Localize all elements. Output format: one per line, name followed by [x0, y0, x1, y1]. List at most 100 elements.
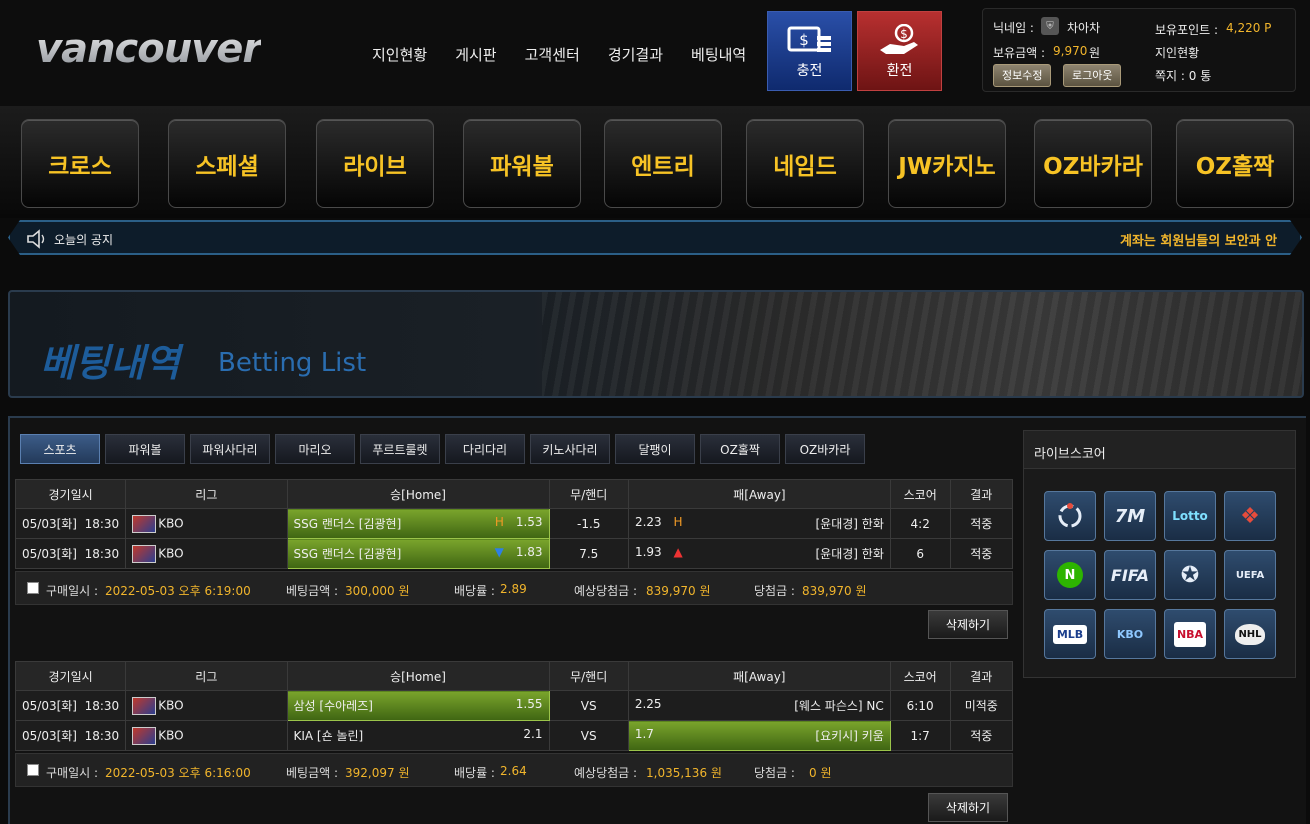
tab-snail[interactable]: 달팽이 — [615, 434, 695, 464]
home-team: KIA [숀 놀린] — [293, 729, 364, 743]
home-team: SSG 랜더스 [김광현] — [293, 517, 402, 531]
nav-support[interactable]: 고객센터 — [525, 44, 580, 65]
top-nav: 지인현황 게시판 고객센터 경기결과 베팅내역 — [372, 44, 774, 65]
user-info-box: 닉네임 : ⛨ 차아차 보유포인트 : 4,220 P 보유금액 : 9,970… — [982, 8, 1296, 92]
score: 1:7 — [889, 720, 951, 751]
result-badge: 적중 — [949, 720, 1013, 751]
page-title: 베팅내역 — [40, 341, 180, 385]
amount-label: 베팅금액 : — [286, 766, 339, 780]
table-row: 05/03[화] 18:30 KBO SSG 랜더스 [김광현] 1.83 ▼ 7.… — [14, 538, 1013, 569]
away-pick[interactable]: 1.93 ▲ [윤대경] 한화 — [627, 538, 891, 569]
kbo-flag-icon — [132, 544, 157, 563]
expected-label: 예상당첨금 : — [574, 584, 638, 598]
tab-power-ladder[interactable]: 파워사다리 — [190, 434, 270, 464]
home-pick[interactable]: SSG 랜더스 [김광현] 1.53 H — [286, 508, 550, 539]
category-tabs: 스포츠 파워볼 파워사다리 마리오 푸르트룰렛 다리다리 키노사다리 달팽이 O… — [20, 434, 870, 464]
away-team: [요키시] 키움 — [815, 729, 884, 743]
col-away: 패[Away] — [627, 661, 891, 691]
bet-table-1: 경기일시 리그 승[Home] 무/핸디 패[Away] 스코어 결과 05/0… — [14, 479, 1013, 569]
exchange-button[interactable]: $ 환전 — [857, 11, 942, 91]
friends-link[interactable]: 지인현황 — [1155, 44, 1199, 61]
charge-label: 충전 — [796, 63, 823, 79]
away-odds: 2.25 — [634, 697, 662, 711]
fifa-icon[interactable]: FIFA — [1104, 550, 1156, 600]
under-arrow-icon: ▼ — [494, 545, 504, 559]
tab-fruit-roulette[interactable]: 푸르트룰렛 — [360, 434, 440, 464]
game-oz-holjjak[interactable]: OZ홀짝 — [1176, 119, 1294, 208]
draw-handicap: -1.5 — [548, 508, 629, 539]
select-checkbox[interactable] — [27, 764, 39, 776]
uefa-icon[interactable]: UEFA — [1224, 550, 1276, 600]
game-oz-baccarat[interactable]: OZ바카라 — [1034, 119, 1152, 208]
table-header-row: 경기일시 리그 승[Home] 무/핸디 패[Away] 스코어 결과 — [14, 661, 1013, 691]
naver-icon[interactable]: N — [1044, 550, 1096, 600]
kbo-flag-icon — [132, 696, 157, 715]
logout-button[interactable]: 로그아웃 — [1063, 64, 1122, 87]
nav-friends[interactable]: 지인현황 — [372, 44, 427, 65]
page-subtitle: Betting List — [218, 348, 367, 378]
home-odds: 1.83 — [515, 545, 543, 559]
tab-oz-baccarat[interactable]: OZ바카라 — [785, 434, 865, 464]
mlb-letter: MLB — [1052, 624, 1088, 644]
home-team: SSG 랜더스 [김광현] — [293, 547, 402, 561]
cash-icon: $ — [787, 26, 831, 52]
tab-mario[interactable]: 마리오 — [275, 434, 355, 464]
nba-icon[interactable]: NBA — [1164, 609, 1216, 659]
league-cell: KBO — [125, 720, 288, 751]
home-pick[interactable]: KIA [숀 놀린] 2.1 — [286, 720, 550, 751]
kbo-icon[interactable]: KBO — [1104, 609, 1156, 659]
score: 4:2 — [889, 508, 951, 539]
tab-powerball[interactable]: 파워볼 — [105, 434, 185, 464]
away-team: [윤대경] 한화 — [815, 517, 884, 531]
edit-info-button[interactable]: 정보수정 — [993, 64, 1052, 87]
livescore-icon[interactable] — [1044, 491, 1096, 541]
expected-value: 839,970 원 — [646, 584, 711, 598]
game-named[interactable]: 네임드 — [746, 119, 864, 208]
7m-icon[interactable]: 7M — [1104, 491, 1156, 541]
bet-summary-2: 구매일시 : 2022-05-03 오후 6:16:00 베팅금액 : 392,… — [15, 753, 1013, 787]
away-pick[interactable]: 2.23 H [윤대경] 한화 — [627, 508, 891, 539]
diamond-icon[interactable]: ❖ — [1224, 491, 1276, 541]
game-powerball[interactable]: 파워볼 — [463, 119, 581, 208]
nhl-icon[interactable]: NHL — [1224, 609, 1276, 659]
home-pick[interactable]: 삼성 [수아레즈] 1.55 — [286, 690, 550, 721]
tab-daridari[interactable]: 다리다리 — [445, 434, 525, 464]
delete-button[interactable]: 삭제하기 — [928, 793, 1008, 822]
notice-bar: 오늘의 공지 계좌는 회원님들의 보안과 안 — [8, 220, 1302, 255]
delete-button[interactable]: 삭제하기 — [928, 610, 1008, 639]
game-cross[interactable]: 크로스 — [21, 119, 139, 208]
mlb-icon[interactable]: MLB — [1044, 609, 1096, 659]
win-value: 839,970 원 — [802, 584, 867, 598]
home-odds: 1.55 — [515, 697, 543, 711]
site-logo[interactable]: vancouver — [36, 26, 262, 72]
home-pick[interactable]: SSG 랜더스 [김광현] 1.83 ▼ — [286, 538, 550, 569]
game-entry[interactable]: 엔트리 — [604, 119, 722, 208]
tab-oz-holjjak[interactable]: OZ홀짝 — [700, 434, 780, 464]
tab-keno-ladder[interactable]: 키노사다리 — [530, 434, 610, 464]
col-home: 승[Home] — [286, 661, 550, 691]
nav-board[interactable]: 게시판 — [455, 44, 496, 65]
game-live[interactable]: 라이브 — [316, 119, 434, 208]
memo-count[interactable]: 쪽지 : 0 통 — [1155, 67, 1211, 84]
tab-sports[interactable]: 스포츠 — [20, 434, 100, 464]
kbo-flag-icon — [132, 726, 157, 745]
game-jw-casino[interactable]: JW카지노 — [888, 119, 1006, 208]
lotto-icon[interactable]: Lotto — [1164, 491, 1216, 541]
select-checkbox[interactable] — [27, 582, 39, 594]
rate-label: 배당률 : — [454, 584, 495, 598]
home-odds: 1.53 — [515, 515, 543, 529]
game-special[interactable]: 스페셜 — [168, 119, 286, 208]
league-name: KBO — [158, 728, 184, 742]
nav-betting-list[interactable]: 베팅내역 — [691, 44, 746, 65]
svg-text:$: $ — [900, 27, 908, 41]
away-pick[interactable]: 1.7 [요키시] 키움 — [627, 720, 891, 751]
col-draw: 무/핸디 — [548, 661, 629, 691]
charge-button[interactable]: $ 충전 — [767, 11, 852, 91]
away-pick[interactable]: 2.25 [웨스 파슨스] NC — [627, 690, 891, 721]
handicap-mark: H — [494, 515, 504, 529]
nav-results[interactable]: 경기결과 — [608, 44, 663, 65]
game-date: 05/03[화] 18:30 — [14, 720, 127, 751]
score: 6 — [889, 538, 951, 569]
svg-text:$: $ — [799, 31, 809, 49]
champions-ball-icon[interactable]: ✪ — [1164, 550, 1216, 600]
